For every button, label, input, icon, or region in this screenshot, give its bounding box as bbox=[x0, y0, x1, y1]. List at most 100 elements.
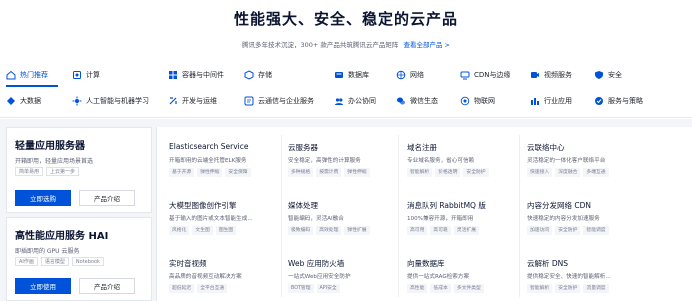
tab-cdn[interactable]: CDN与边缘 bbox=[460, 64, 511, 86]
tab-label: 存储 bbox=[258, 71, 272, 79]
product-tags: 快速接入 深度融合 多端互通 bbox=[527, 168, 609, 177]
product-tag: 极致编码 bbox=[288, 226, 314, 235]
product-tag: 智能解析 bbox=[407, 168, 433, 177]
page-title: 性能强大、安全、稳定的云产品 bbox=[233, 10, 458, 28]
tab-label: 微信生态 bbox=[410, 97, 438, 105]
industry-icon bbox=[530, 96, 540, 106]
product-desc: 基于输入的图片或文本智能生成... bbox=[169, 216, 253, 222]
product-desc: 高品质的音视频互动解决方案 bbox=[169, 274, 242, 280]
product-tag: 流量调度 bbox=[583, 284, 609, 293]
product-tag: 低成本 bbox=[430, 284, 451, 293]
wechat-icon bbox=[396, 96, 406, 106]
product-tag: 基于开源 bbox=[169, 168, 195, 177]
featured-card-desc: 即插即用的 GPU 云服务 bbox=[15, 248, 80, 255]
tab-label: CDN与边缘 bbox=[474, 71, 511, 79]
home-icon bbox=[6, 70, 16, 80]
tab-ai[interactable]: 人工智能与机器学习 bbox=[72, 90, 149, 112]
hero-subtitle-text: 腾讯多年技术沉淀，300+ 款产品共筑腾讯云产品矩阵 bbox=[241, 41, 399, 49]
product-name: 云联络中心 bbox=[527, 143, 565, 152]
service-icon bbox=[594, 96, 604, 106]
product-tag: 安全防护 bbox=[555, 226, 581, 235]
product-desc: 开箱即用的云端全托管ELK服务 bbox=[169, 158, 247, 164]
tab-label: 数据库 bbox=[348, 71, 369, 79]
product-desc: 提供稳定安全、快速的智能解析... bbox=[527, 274, 611, 280]
product-tag: 超低延迟 bbox=[169, 284, 195, 293]
product-name: 向量数据库 bbox=[407, 259, 445, 268]
tab-communication[interactable]: 云通信与企业服务 bbox=[244, 90, 314, 112]
product-tag: BOT管理 bbox=[288, 284, 314, 293]
tab-shield[interactable]: 安全 bbox=[594, 64, 622, 86]
product-tag: 价格透明 bbox=[435, 168, 461, 177]
product-desc: 提供一站式RAG检索方案 bbox=[407, 274, 470, 280]
tab-devops[interactable]: 开发与运维 bbox=[168, 90, 217, 112]
product-tag: 高可用 bbox=[407, 226, 428, 235]
product-tags: 超低延迟 全平台互通 bbox=[169, 284, 228, 293]
devops-icon bbox=[168, 96, 178, 106]
tab-label: 人工智能与机器学习 bbox=[86, 97, 149, 105]
product-item[interactable]: Elasticsearch Service 开箱即用的云端全托管ELK服务 基于开源… bbox=[169, 133, 289, 191]
tab-service[interactable]: 服务与策略 bbox=[594, 90, 643, 112]
product-tag: 弹性伸缩 bbox=[344, 168, 370, 177]
tab-video[interactable]: 视频服务 bbox=[530, 64, 572, 86]
product-tag: 高可靠 bbox=[430, 226, 451, 235]
tab-label: 大数据 bbox=[20, 97, 41, 105]
tab-industry[interactable]: 行业应用 bbox=[530, 90, 572, 112]
tab-wechat[interactable]: 微信生态 bbox=[396, 90, 438, 112]
product-item[interactable]: 实时音视频 高品质的音视频互动解决方案 超低延迟 全平台互通 bbox=[169, 249, 289, 301]
product-item[interactable]: 内容分发网络 CDN 快速稳定的内容分发加速服务 加速访问 安全防护 智能调度 bbox=[527, 191, 647, 249]
active-tab-indicator bbox=[6, 85, 58, 87]
product-desc: 灵活稳定的一体化客户联络平台 bbox=[527, 158, 606, 164]
product-name: 消息队列 RabbitMQ 版 bbox=[407, 201, 486, 210]
buy-now-button[interactable]: 立即选购 bbox=[15, 190, 71, 206]
tab-compute[interactable]: 计算 bbox=[72, 64, 100, 86]
product-item[interactable]: Web 应用防火墙 一站式Web应用安全防护 BOT管理 API安全 bbox=[288, 249, 408, 301]
product-intro-button[interactable]: 产品介绍 bbox=[79, 278, 135, 294]
tab-database[interactable]: 数据库 bbox=[334, 64, 369, 86]
product-tag: 高性能 bbox=[407, 284, 428, 293]
tab-container[interactable]: 容器与中间件 bbox=[168, 64, 224, 86]
product-item[interactable]: 向量数据库 提供一站式RAG检索方案 高性能 低成本 多文件类型 bbox=[407, 249, 527, 301]
product-desc: 智能编码，灵活AI融合 bbox=[288, 216, 344, 222]
product-tag: 快速接入 bbox=[527, 168, 553, 177]
featured-card-lighthouse[interactable]: 轻量应用服务器 开箱即用，轻量应用场景首选 简单易用 上云第一步 立即选购 产品… bbox=[6, 127, 152, 213]
product-name: 媒体处理 bbox=[288, 201, 318, 210]
product-item[interactable]: 云解析 DNS 提供稳定安全、快速的智能解析... 智能解析 安全防护 流量调度 bbox=[527, 249, 647, 301]
tab-label: 物联网 bbox=[474, 97, 495, 105]
tab-storage[interactable]: 存储 bbox=[244, 64, 272, 86]
use-now-button[interactable]: 立即使用 bbox=[15, 278, 71, 294]
tab-iot[interactable]: 物联网 bbox=[460, 90, 495, 112]
category-nav-row-2: 大数据 人工智能与机器学习 开发与运维 云通信与企业服务 办公协同 微信生态 物联网 行业应用… bbox=[0, 90, 692, 112]
tab-label: 行业应用 bbox=[544, 97, 572, 105]
hero-section: 性能强大、安全、稳定的云产品 腾讯多年技术沉淀，300+ 款产品共筑腾讯云产品矩… bbox=[0, 0, 692, 62]
communication-icon bbox=[244, 96, 254, 106]
product-tag: 弹性伸缩 bbox=[197, 168, 223, 177]
tab-label: 办公协同 bbox=[348, 97, 376, 105]
tab-label: 服务与策略 bbox=[608, 97, 643, 105]
product-tag: 安全防护 bbox=[463, 168, 489, 177]
product-tag: API安全 bbox=[316, 284, 340, 293]
featured-tag: 上云第一步 bbox=[46, 167, 80, 176]
cdn-icon bbox=[460, 70, 470, 80]
product-item[interactable]: 媒体处理智能编码，灵活AI融合极致编码 高效处理 弹性扩展 bbox=[288, 191, 408, 249]
featured-tag: AI作画 bbox=[15, 257, 38, 266]
product-intro-button[interactable]: 产品介绍 bbox=[79, 190, 135, 206]
product-tag: 风格化 bbox=[169, 226, 190, 235]
product-item[interactable]: 消息队列 RabbitMQ 版 100%兼容开源，开箱即用 高可用 高可靠 灵活扩展 bbox=[407, 191, 527, 249]
shield-icon bbox=[594, 70, 604, 80]
product-item[interactable]: 域名注册 专业域名服务，省心可信赖 智能解析 价格透明 安全防护 bbox=[407, 133, 527, 191]
featured-card-tags: AI作画 语言模型 Notebook bbox=[15, 257, 104, 266]
product-desc: 快速稳定的内容分发加速服务 bbox=[527, 216, 600, 222]
product-item[interactable]: 大模型图像创作引擎 基于输入的图片或文本智能生成... 风格化 文生图 图生图 bbox=[169, 191, 289, 249]
tab-office[interactable]: 办公协同 bbox=[334, 90, 376, 112]
tab-bigdata[interactable]: 大数据 bbox=[6, 90, 41, 112]
product-item[interactable]: 云服务器 安全稳定，高弹性的计算服务 多种规格 按需计费 弹性伸缩 bbox=[288, 133, 408, 191]
product-grid: Elasticsearch Service 开箱即用的云端全托管ELK服务 基于开源… bbox=[156, 127, 692, 301]
bigdata-icon bbox=[6, 96, 16, 106]
tab-network[interactable]: 网络 bbox=[396, 64, 424, 86]
product-tags: 极致编码 高效处理 弹性扩展 bbox=[288, 226, 370, 235]
tab-label: 计算 bbox=[86, 71, 100, 79]
product-item[interactable]: 云联络中心灵活稳定的一体化客户联络平台 快速接入 深度融合 多端互通 bbox=[527, 133, 647, 191]
featured-card-hai[interactable]: 高性能应用服务 HAI 即插即用的 GPU 云服务 AI作画 语言模型 Note… bbox=[6, 217, 152, 301]
view-all-products-link[interactable]: 查看全部产品 > bbox=[403, 41, 450, 49]
tab-home[interactable]: 热门推荐 bbox=[6, 64, 48, 86]
